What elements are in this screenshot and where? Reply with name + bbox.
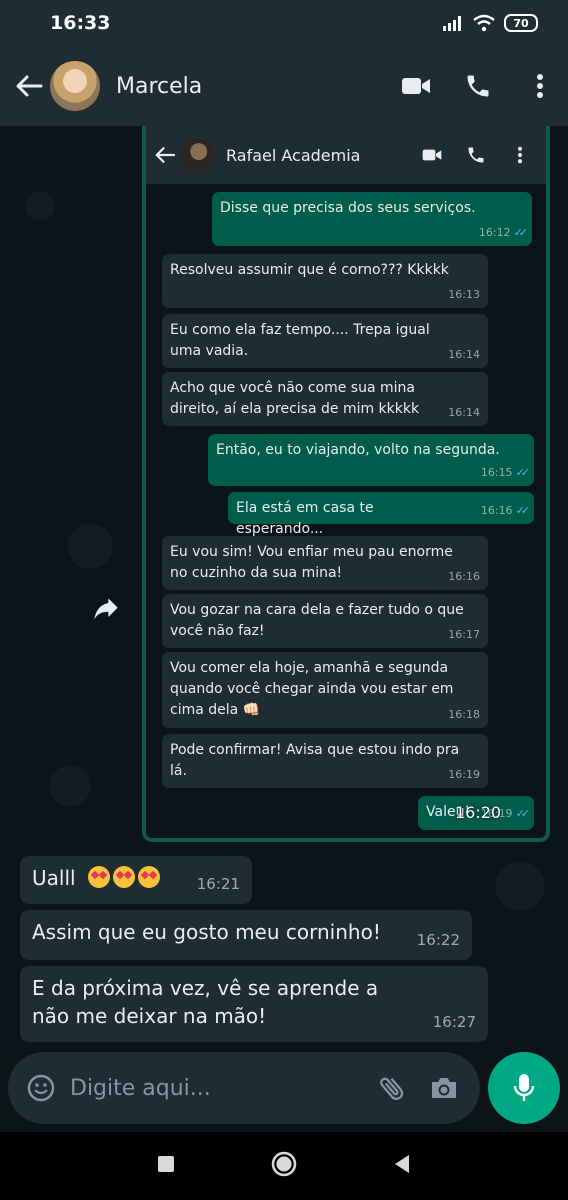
video-call-icon <box>422 149 442 161</box>
screenshot-header: Rafael Academia <box>146 126 546 184</box>
voice-message-button[interactable] <box>488 1052 560 1124</box>
screenshot-message: Vou comer ela hoje, amanhã e segunda qua… <box>162 652 488 728</box>
screenshot-avatar <box>180 138 214 172</box>
emoji-button[interactable] <box>24 1071 58 1105</box>
message-text: Resolveu assumir que é corno??? Kkkkk <box>170 262 449 278</box>
message-text: Ualll <box>32 866 76 890</box>
back-arrow-icon <box>155 147 176 163</box>
camera-button[interactable] <box>424 1068 464 1108</box>
message-text: Vou gozar na cara dela e fazer tudo o qu… <box>170 602 464 639</box>
video-call-icon <box>402 78 430 94</box>
message-time: 16:16 <box>480 504 513 517</box>
video-call-button[interactable] <box>392 62 440 110</box>
read-ticks-icon: ✓✓ <box>515 807 531 820</box>
signal-icon <box>443 16 461 31</box>
screenshot-video-icon <box>414 137 450 173</box>
status-icons: 70 <box>442 14 538 32</box>
message-text: Vou comer ela hoje, amanhã e segunda qua… <box>170 660 454 718</box>
screenshot-message: Disse que precisa dos seus serviços. 16:… <box>212 192 532 246</box>
screenshot-message: Ela está em casa te esperando... 16:16 ✓✓ <box>228 492 534 537</box>
screenshot-contact-name: Rafael Academia <box>226 145 361 165</box>
screenshot-menu-icon <box>502 137 538 173</box>
wifi-icon <box>473 14 495 32</box>
back-nav-button[interactable] <box>393 1154 411 1178</box>
message-time: 16:13 <box>448 288 480 301</box>
forward-button[interactable] <box>92 596 120 624</box>
emoji-star-eyes <box>87 866 163 890</box>
status-bar: 16:33 70 <box>0 0 568 46</box>
forwarded-screenshot[interactable]: Rafael Academia Disse que precisa dos se… <box>142 126 550 842</box>
square-icon <box>158 1156 174 1172</box>
screenshot-message: Eu vou sim! Vou enfiar meu pau enorme no… <box>162 536 488 590</box>
chat-header: Marcela <box>0 46 568 126</box>
voice-call-button[interactable] <box>454 62 502 110</box>
message-text: Eu vou sim! Vou enfiar meu pau enorme no… <box>170 544 453 581</box>
back-button[interactable] <box>8 65 50 107</box>
screenshot-message: Vou gozar na cara dela e fazer tudo o qu… <box>162 594 488 648</box>
message-time: 16:19 <box>448 768 480 781</box>
screenshot-phone-icon <box>458 137 494 173</box>
microphone-icon <box>513 1074 535 1101</box>
message-text: Assim que eu gosto meu corninho! <box>32 920 381 944</box>
message-text: Acho que você não come sua mina direito,… <box>170 380 420 417</box>
message-text: E da próxima vez, vê se aprende a não me… <box>32 976 379 1028</box>
paperclip-icon <box>380 1077 404 1100</box>
message-time: 16:17 <box>448 628 480 641</box>
home-button[interactable] <box>271 1151 297 1181</box>
circle-icon <box>271 1151 297 1177</box>
emoji-icon <box>27 1074 55 1102</box>
menu-button[interactable] <box>516 62 564 110</box>
message-time: 16:12 <box>478 226 511 239</box>
message-input-bar <box>8 1052 480 1124</box>
message-input[interactable] <box>70 1075 372 1101</box>
message-text: Pode confirmar! Avisa que estou indo pra… <box>170 742 460 779</box>
read-ticks-icon: ✓✓ <box>515 466 531 479</box>
phone-icon <box>468 147 484 163</box>
screenshot-message: Resolveu assumir que é corno??? Kkkkk 16… <box>162 254 488 308</box>
message-time: 16:14 <box>448 406 480 419</box>
message-time: 16:18 <box>448 708 480 721</box>
triangle-back-icon <box>395 1155 409 1173</box>
message-time: 16:21 <box>196 875 240 893</box>
battery-icon: 70 <box>504 14 538 32</box>
message-time: 16:22 <box>416 931 460 949</box>
phone-icon <box>467 75 489 97</box>
more-vertical-icon <box>517 146 523 164</box>
screenshot-message: Acho que você não come sua mina direito,… <box>162 372 488 426</box>
screenshot-message: Eu como ela faz tempo.... Trepa igual um… <box>162 314 488 368</box>
message-time: 16:14 <box>448 348 480 361</box>
more-vertical-icon <box>537 74 543 98</box>
screenshot-message: Então, eu to viajando, volto na segunda.… <box>208 434 534 486</box>
attach-button[interactable] <box>372 1068 412 1108</box>
message-time: 16:27 <box>432 1013 476 1031</box>
read-ticks-icon: ✓✓ <box>513 226 529 239</box>
message-text: Então, eu to viajando, volto na segunda. <box>216 442 500 458</box>
message-bubble[interactable]: Assim que eu gosto meu corninho! 16:22 <box>20 910 472 960</box>
message-time: 16:16 <box>448 570 480 583</box>
avatar[interactable] <box>50 61 100 111</box>
message-text: Disse que precisa dos seus serviços. <box>220 200 476 216</box>
image-timestamp: 16:20 <box>455 803 502 822</box>
message-bubble[interactable]: Ualll 16:21 <box>20 856 252 904</box>
message-time: 16:15 <box>480 466 513 479</box>
contact-name[interactable]: Marcela <box>116 74 392 99</box>
recents-button[interactable] <box>157 1155 175 1177</box>
system-nav-bar <box>0 1132 568 1200</box>
message-bubble[interactable]: E da próxima vez, vê se aprende a não me… <box>20 966 488 1042</box>
read-ticks-icon: ✓✓ <box>515 504 531 517</box>
camera-icon <box>432 1078 456 1098</box>
message-text: Ela está em casa te esperando... <box>236 500 374 537</box>
screenshot-message: Pode confirmar! Avisa que estou indo pra… <box>162 734 488 788</box>
message-text: Eu como ela faz tempo.... Trepa igual um… <box>170 322 430 359</box>
back-arrow-icon <box>16 75 43 97</box>
status-time: 16:33 <box>50 12 111 34</box>
forward-icon <box>94 598 118 620</box>
